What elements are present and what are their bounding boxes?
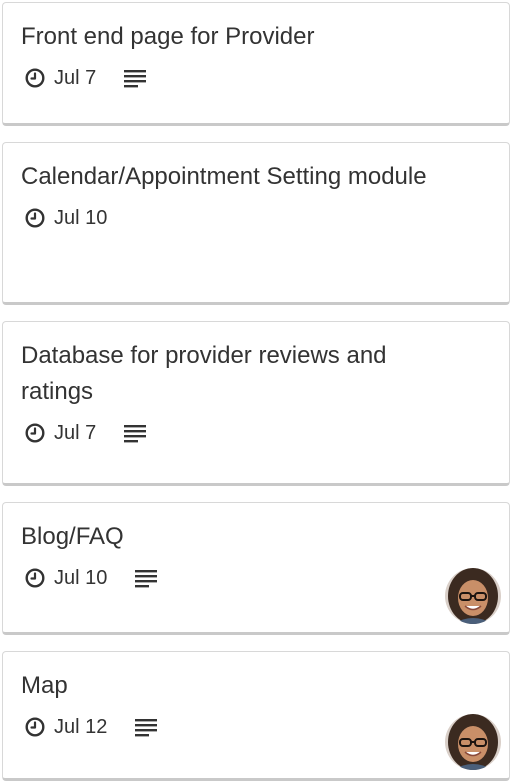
due-date-badge: Jul 10 <box>25 207 107 230</box>
avatar-image <box>445 714 501 770</box>
card-badges: Jul 10 <box>21 203 491 233</box>
card-badges: Jul 12 <box>21 712 491 742</box>
description-lines-icon <box>124 425 147 443</box>
description-lines-icon <box>135 719 158 737</box>
card-map[interactable]: Map Jul 12 <box>2 651 510 781</box>
card-title: Calendar/Appointment Setting module <box>21 163 427 190</box>
card-title: Map <box>21 672 68 699</box>
avatar-image <box>445 568 501 624</box>
card-list: Front end page for Provider Jul 7 Calend… <box>0 0 514 782</box>
description-lines-icon <box>135 570 158 588</box>
card-title: Database for provider reviews and rating… <box>21 342 387 405</box>
card-front-end-page[interactable]: Front end page for Provider Jul 7 <box>2 2 510 126</box>
card-title: Blog/FAQ <box>21 523 124 550</box>
clock-icon <box>25 423 45 443</box>
card-badges: Jul 7 <box>21 418 491 448</box>
due-date-text: Jul 7 <box>54 421 97 444</box>
avatar[interactable] <box>445 714 501 770</box>
card-title: Front end page for Provider <box>21 23 315 50</box>
card-badges: Jul 7 <box>21 63 491 93</box>
clock-icon <box>25 208 45 228</box>
due-date-text: Jul 10 <box>54 206 108 229</box>
clock-icon <box>25 568 45 588</box>
card-badges: Jul 10 <box>21 563 491 593</box>
due-date-badge: Jul 7 <box>25 67 96 90</box>
avatar[interactable] <box>445 568 501 624</box>
due-date-text: Jul 7 <box>54 66 97 89</box>
due-date-text: Jul 10 <box>54 566 108 589</box>
description-lines-icon <box>124 70 147 88</box>
due-date-badge: Jul 7 <box>25 422 96 445</box>
clock-icon <box>25 68 45 88</box>
clock-icon <box>25 717 45 737</box>
due-date-badge: Jul 12 <box>25 716 107 739</box>
card-database-reviews[interactable]: Database for provider reviews and rating… <box>2 321 510 486</box>
due-date-badge: Jul 10 <box>25 567 107 590</box>
due-date-text: Jul 12 <box>54 715 108 738</box>
card-calendar-module[interactable]: Calendar/Appointment Setting module Jul … <box>2 142 510 305</box>
card-blog-faq[interactable]: Blog/FAQ Jul 10 <box>2 502 510 635</box>
